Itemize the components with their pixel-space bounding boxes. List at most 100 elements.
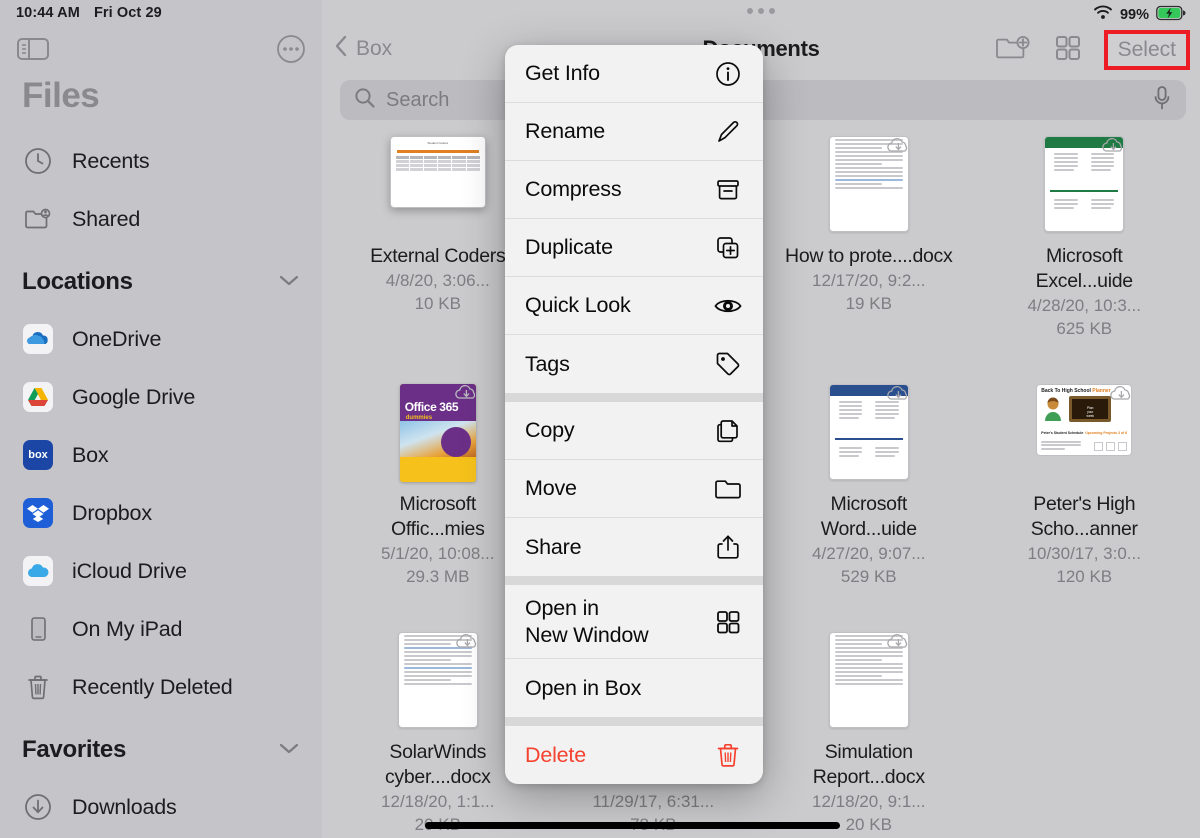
trash-icon: [713, 742, 743, 768]
sidebar-item-label: OneDrive: [72, 326, 162, 351]
sidebar-item-label: Google Drive: [72, 384, 196, 409]
trash-icon: [22, 671, 54, 703]
section-label: Locations: [22, 268, 133, 295]
file-size: 10 KB: [414, 294, 461, 313]
menu-item-rename[interactable]: Rename: [505, 103, 763, 161]
window-grabber[interactable]: [747, 8, 775, 14]
sidebar-item-icloud-drive[interactable]: iCloud Drive: [0, 542, 322, 600]
file-thumbnail: Office 365 dummies: [389, 384, 487, 482]
file-item[interactable]: How to prote....docx 12/17/20, 9:2... 19…: [761, 136, 977, 384]
file-thumbnail: Back To High School Planner Plan your week…: [1035, 384, 1133, 482]
ipad-icon: [22, 613, 54, 645]
menu-item-open-in-box[interactable]: Open in Box: [505, 659, 763, 717]
sidebar-item-google-drive[interactable]: Google Drive: [0, 368, 322, 426]
menu-item-label: Quick Look: [525, 293, 631, 317]
sidebar-item-label: Dropbox: [72, 500, 152, 525]
sidebar-toggle-icon[interactable]: [16, 36, 50, 62]
menu-item-move[interactable]: Move: [505, 460, 763, 518]
file-item[interactable]: Microsoft Word...uide 4/27/20, 9:07... 5…: [761, 384, 977, 632]
context-menu: Get Info Rename Compress Duplicate Quick…: [505, 45, 763, 784]
menu-item-label: Open in Box: [525, 675, 642, 700]
file-size: 20 KB: [845, 815, 892, 834]
menu-group-separator: [505, 576, 763, 585]
menu-item-compress[interactable]: Compress: [505, 161, 763, 219]
file-size: 529 KB: [840, 567, 897, 586]
menu-item-get-info[interactable]: Get Info: [505, 45, 763, 103]
microphone-icon[interactable]: [1152, 85, 1172, 116]
menu-group-separator: [505, 393, 763, 402]
file-item[interactable]: Simulation Report...docx 12/18/20, 9:1..…: [761, 632, 977, 838]
chevron-down-icon[interactable]: [278, 273, 300, 292]
select-button[interactable]: Select: [1103, 30, 1190, 70]
file-name: Microsoft Excel...uide: [1035, 245, 1134, 292]
sidebar-item-shared[interactable]: Shared: [0, 190, 322, 248]
menu-item-label: Open in New Window: [525, 595, 649, 647]
box-icon: box: [22, 439, 54, 471]
sidebar-section-favorites[interactable]: Favorites: [0, 722, 322, 778]
file-size: 120 KB: [1056, 567, 1113, 586]
search-input[interactable]: Search: [386, 89, 449, 112]
grid-window-icon: [713, 609, 743, 635]
sidebar-item-recents[interactable]: Recents: [0, 132, 322, 190]
menu-item-label: Copy: [525, 418, 575, 442]
file-name: Simulation Report...docx: [812, 741, 925, 788]
new-folder-icon[interactable]: [994, 33, 1032, 68]
icloud-download-icon: [455, 385, 475, 399]
copy-icon: [713, 418, 743, 444]
menu-item-tags[interactable]: Tags: [505, 335, 763, 393]
menu-item-label: Rename: [525, 119, 606, 143]
icloud-download-icon: [1110, 386, 1131, 400]
file-date: 12/18/20, 1:1...: [381, 792, 495, 811]
clock-icon: [22, 145, 54, 177]
file-date: 4/27/20, 9:07...: [812, 544, 926, 563]
file-date: 12/17/20, 9:2...: [812, 271, 926, 290]
sidebar-item-onedrive[interactable]: OneDrive: [0, 310, 322, 368]
sidebar-item-on-my-ipad[interactable]: On My iPad: [0, 600, 322, 658]
status-bar-right: 99%: [1093, 4, 1186, 26]
sidebar-item-label: Downloads: [72, 794, 177, 819]
menu-item-delete[interactable]: Delete: [505, 726, 763, 784]
ellipsis-circle-icon[interactable]: [276, 34, 306, 64]
sidebar: 10:44 AM Fri Oct 29 Files Recents Shared…: [0, 0, 322, 838]
sidebar-item-dropbox[interactable]: Dropbox: [0, 484, 322, 542]
sidebar-item-recently-deleted[interactable]: Recently Deleted: [0, 658, 322, 716]
sidebar-item-label: Recents: [72, 148, 150, 173]
tag-icon: [713, 351, 743, 377]
menu-item-duplicate[interactable]: Duplicate: [505, 219, 763, 277]
onedrive-icon: [22, 323, 54, 355]
chevron-down-icon[interactable]: [278, 741, 300, 760]
home-indicator[interactable]: [425, 822, 840, 829]
file-item-empty: [977, 632, 1193, 838]
status-date: Fri Oct 29: [93, 5, 162, 21]
sidebar-item-box[interactable]: box Box: [0, 426, 322, 484]
file-date: 12/18/20, 9:1...: [812, 792, 926, 811]
search-bar[interactable]: Search: [340, 80, 1186, 120]
file-size: 625 KB: [1056, 319, 1113, 338]
file-item[interactable]: Microsoft Excel...uide 4/28/20, 10:3... …: [977, 136, 1193, 384]
icloud-download-icon: [887, 138, 907, 152]
file-size: 19 KB: [845, 294, 892, 313]
file-name: How to prote....docx: [785, 245, 953, 267]
download-circle-icon: [22, 791, 54, 823]
sidebar-list: Recents Shared Locations OneDrive Google…: [0, 132, 322, 836]
sidebar-item-label: Recently Deleted: [72, 674, 233, 699]
file-size: 29.3 MB: [406, 567, 470, 586]
file-thumbnail: [820, 632, 918, 730]
status-bar-left: 10:44 AM Fri Oct 29: [0, 0, 322, 26]
eye-icon: [713, 295, 743, 317]
sidebar-item-downloads[interactable]: Downloads: [0, 778, 322, 836]
menu-item-quick-look[interactable]: Quick Look: [505, 277, 763, 335]
sidebar-section-locations[interactable]: Locations: [0, 254, 322, 310]
file-name: Peter's High Scho...anner: [1030, 493, 1138, 540]
menu-item-copy[interactable]: Copy: [505, 402, 763, 460]
grid-view-icon[interactable]: [1054, 34, 1082, 67]
file-date: 4/8/20, 3:06...: [385, 271, 490, 290]
file-item[interactable]: Back To High School Planner Plan your week…: [977, 384, 1193, 632]
duplicate-icon: [713, 235, 743, 261]
menu-item-open-in-new-window[interactable]: Open in New Window: [505, 585, 763, 659]
sidebar-item-label: On My iPad: [72, 616, 183, 641]
icloud-drive-icon: [22, 555, 54, 587]
menu-item-share[interactable]: Share: [505, 518, 763, 576]
file-thumbnail: [1035, 136, 1133, 234]
file-name: SolarWinds cyber....docx: [384, 741, 491, 788]
